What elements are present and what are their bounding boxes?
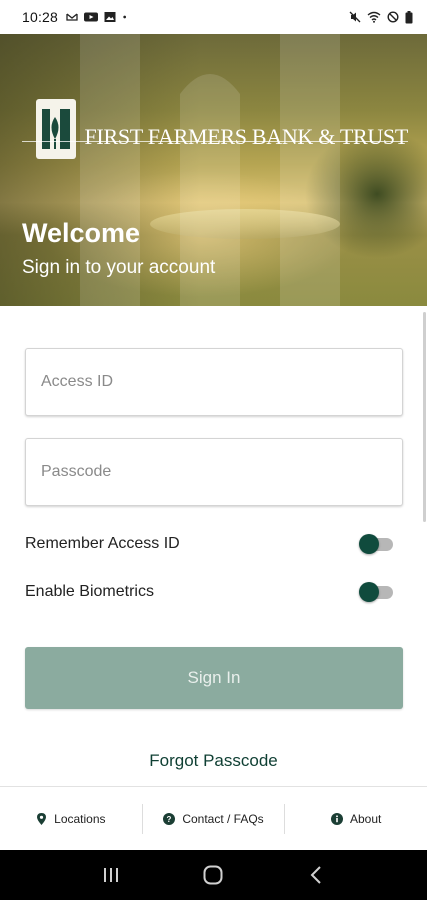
enable-biometrics-toggle[interactable] <box>359 582 393 602</box>
info-icon <box>331 812 343 825</box>
forgot-passcode-link[interactable]: Forgot Passcode <box>0 751 427 771</box>
toggle-thumb <box>359 582 379 602</box>
nav-locations-label: Locations <box>54 811 106 826</box>
system-status-icons <box>349 10 413 24</box>
enable-biometrics-row: Enable Biometrics <box>25 579 393 605</box>
remember-access-id-toggle[interactable] <box>359 534 393 554</box>
status-time: 10:28 <box>22 9 59 25</box>
passcode-input[interactable] <box>26 439 402 505</box>
access-id-field[interactable] <box>25 348 403 416</box>
mail-icon <box>66 13 78 21</box>
do-not-disturb-icon <box>387 11 399 23</box>
back-icon <box>310 866 321 884</box>
access-id-input[interactable] <box>26 349 402 415</box>
bank-name: FIRST FARMERS BANK & TRUST <box>84 124 408 149</box>
bottom-nav: Locations ? Contact / FAQs About <box>0 786 427 850</box>
nav-contact-faqs-label: Contact / FAQs <box>182 811 264 826</box>
recents-icon <box>104 868 119 882</box>
svg-text:?: ? <box>167 815 172 824</box>
gallery-icon <box>104 12 116 22</box>
nav-locations[interactable]: Locations <box>0 804 142 834</box>
notification-icons <box>66 11 130 23</box>
bank-logo-mark-icon <box>36 99 77 159</box>
location-pin-icon <box>37 812 47 825</box>
back-button[interactable] <box>296 860 336 890</box>
sign-in-button[interactable]: Sign In <box>25 647 403 709</box>
status-bar: 10:28 <box>0 0 427 34</box>
battery-icon <box>405 10 413 23</box>
help-icon: ? <box>163 812 176 825</box>
nav-about[interactable]: About <box>285 804 427 834</box>
mute-icon <box>349 11 361 23</box>
recents-button[interactable] <box>91 860 131 890</box>
nav-contact-faqs[interactable]: ? Contact / FAQs <box>143 804 285 834</box>
passcode-field[interactable] <box>25 438 403 506</box>
enable-biometrics-label: Enable Biometrics <box>25 583 154 600</box>
hero-banner: FIRST FARMERS BANK & TRUST Welcome Sign … <box>0 34 427 306</box>
remember-access-id-row: Remember Access ID <box>25 531 393 557</box>
system-nav-bar <box>0 850 427 900</box>
page-title: Welcome <box>22 218 141 248</box>
toggle-thumb <box>359 534 379 554</box>
logo-underline <box>22 141 408 142</box>
scrollbar[interactable] <box>423 312 426 522</box>
dot-icon <box>123 15 127 19</box>
home-button[interactable] <box>193 860 233 890</box>
bank-logo: FIRST FARMERS BANK & TRUST <box>22 98 408 160</box>
remember-access-id-label: Remember Access ID <box>25 535 180 552</box>
youtube-icon <box>84 12 99 22</box>
wifi-icon <box>367 11 381 23</box>
wheat-logo-icon <box>42 109 71 149</box>
page-subtitle: Sign in to your account <box>22 257 216 278</box>
nav-about-label: About <box>350 811 382 826</box>
home-icon <box>203 865 223 885</box>
